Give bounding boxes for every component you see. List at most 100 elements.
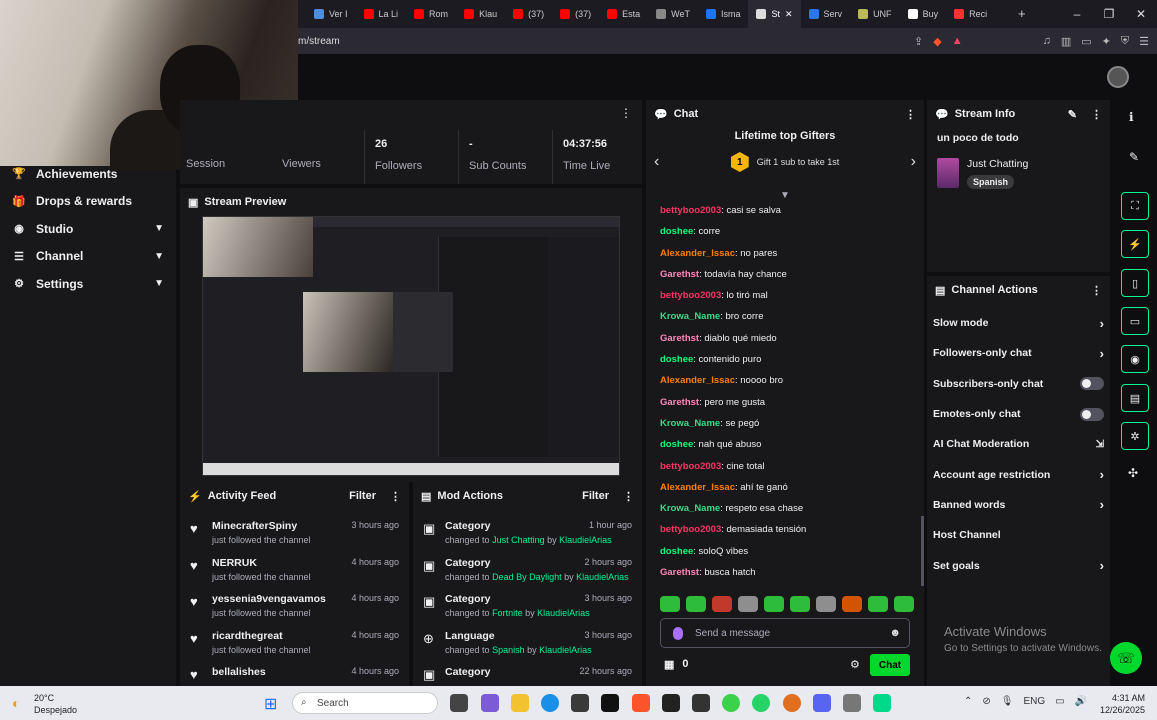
mod-action-value[interactable]: Dead By Daylight — [492, 572, 562, 582]
chat-message[interactable]: Alexander_Issac: noooo bro — [646, 374, 916, 395]
chat-username[interactable]: bettyboo2003 — [660, 205, 721, 216]
activity-item[interactable]: ♥ ricardthegreat just followed the channel… — [180, 624, 409, 661]
browser-tab[interactable]: Ver I — [306, 0, 356, 28]
chevron-right-icon[interactable]: › — [1100, 497, 1104, 512]
edit-icon[interactable]: ✎ — [1129, 150, 1139, 164]
chat-message[interactable]: Krowa_Name: se pegó — [646, 417, 916, 438]
wallet-icon[interactable]: ▭ — [1081, 35, 1091, 48]
whatsapp-icon[interactable] — [752, 694, 770, 712]
channel-points[interactable]: ▦ 0 — [664, 658, 689, 671]
channel-action-ai-chat-moderation[interactable]: AI Chat Moderation ⇲ — [927, 429, 1110, 459]
tray-chevron-icon[interactable]: ⌃ — [964, 696, 972, 707]
chat-message[interactable]: doshee: soloQ vibes — [646, 545, 916, 566]
chat-username[interactable]: Garethst — [660, 397, 699, 408]
brave-icon[interactable] — [632, 694, 650, 712]
layout-icon[interactable]: ▤ — [1121, 384, 1149, 412]
chat-username[interactable]: Krowa_Name — [660, 311, 720, 322]
url-text[interactable]: m/stream — [298, 36, 340, 47]
chat-settings-icon[interactable]: ⚙ — [850, 658, 860, 671]
activity-item[interactable]: ♥ yessenia9vengavamos just followed the ch… — [180, 587, 409, 624]
activity-item[interactable]: ♥ NERRUK just followed the channel 4 hours … — [180, 551, 409, 588]
chat-message[interactable]: Krowa_Name: bro corre — [646, 310, 916, 331]
chevron-right-icon[interactable]: › — [1100, 558, 1104, 573]
browser-tab[interactable]: (37) — [552, 0, 599, 28]
browser-tab[interactable]: (37) — [505, 0, 552, 28]
collapse-icon[interactable]: ▼ — [780, 190, 790, 201]
chat-username[interactable]: doshee — [660, 226, 693, 237]
mod-action-item[interactable]: ▣ Category changed to Fortnite by Klaudiel… — [413, 587, 642, 624]
mod-action-value[interactable]: Just Chatting — [492, 535, 545, 545]
new-tab-icon[interactable]: + — [1018, 6, 1026, 21]
mod-action-value[interactable]: Fortnite — [492, 608, 523, 618]
browser-tab[interactable]: Rom — [406, 0, 456, 28]
mod-action-item[interactable]: ▣ Category changed to Just Chatting by Kla… — [413, 514, 642, 551]
emoji-icon[interactable]: ☻ — [889, 627, 901, 639]
channel-action-host-channel[interactable]: Host Channel — [927, 520, 1110, 550]
chevron-right-icon[interactable]: › — [1100, 316, 1104, 331]
wrench-icon[interactable]: ✲ — [1121, 422, 1149, 450]
chat-username[interactable]: Alexander_Issac — [660, 482, 735, 493]
chevron-right-icon[interactable]: › — [1100, 467, 1104, 482]
browser-tab[interactable]: WeT — [648, 0, 698, 28]
browser-tab[interactable]: Reci — [946, 0, 995, 28]
chat-username[interactable]: doshee — [660, 354, 693, 365]
chevron-down-icon[interactable]: ▼ — [154, 251, 164, 262]
toggle-switch[interactable] — [1080, 407, 1104, 421]
stream-preview-video[interactable] — [202, 216, 620, 476]
browser-tab[interactable]: Klau — [456, 0, 505, 28]
sidebar-item-studio[interactable]: ◉ Studio ▼ — [0, 215, 176, 243]
edit-pencil-icon[interactable]: ✎ — [1068, 108, 1077, 121]
clip-icon[interactable]: ⛶ — [1121, 192, 1149, 220]
extension-icon[interactable]: ✦ — [1102, 35, 1111, 48]
chat-message[interactable]: doshee: contenido puro — [646, 353, 916, 374]
channel-actions-menu-icon[interactable]: ⋮ — [1091, 284, 1102, 297]
emote-icon[interactable] — [764, 596, 784, 612]
bolt-icon[interactable]: ⚡ — [1121, 230, 1149, 258]
channel-action-slow-mode[interactable]: Slow mode › — [927, 308, 1110, 338]
emote-icon[interactable] — [660, 596, 680, 612]
tiktok-icon[interactable] — [601, 694, 619, 712]
rewards-icon[interactable]: ▲ — [952, 35, 963, 48]
chat-menu-icon[interactable]: ⋮ — [905, 108, 916, 121]
file-explorer-icon[interactable] — [511, 694, 529, 712]
copilot-icon[interactable] — [481, 694, 499, 712]
maximize-icon[interactable]: ❐ — [1093, 0, 1125, 28]
info-icon[interactable]: ℹ — [1129, 110, 1134, 124]
mod-action-user[interactable]: KlaudielArias — [537, 608, 590, 618]
chat-username[interactable]: Garethst — [660, 567, 699, 578]
stats-menu-icon[interactable]: ⋮ — [620, 106, 632, 120]
chat-message[interactable]: Garethst: todavía hay chance — [646, 268, 916, 289]
emote-icon[interactable] — [686, 596, 706, 612]
sidebar-item-channel[interactable]: ☰ Channel ▼ — [0, 243, 176, 271]
mod-action-user[interactable]: KlaudielArias — [539, 645, 592, 655]
chat-username[interactable]: bettyboo2003 — [660, 290, 721, 301]
channel-action-followers-only-chat[interactable]: Followers-only chat › — [927, 338, 1110, 368]
chat-message[interactable]: Garethst: busca hatch — [646, 566, 916, 587]
broadcast-icon[interactable]: ◉ — [1121, 345, 1149, 373]
browser-tab[interactable]: Buy — [900, 0, 947, 28]
clock[interactable]: 4:31 AM 12/26/2025 — [1100, 692, 1145, 716]
app-icon[interactable] — [692, 694, 710, 712]
chat-message[interactable]: doshee: corre — [646, 225, 916, 246]
chat-message[interactable]: bettyboo2003: cine total — [646, 460, 916, 481]
minimize-icon[interactable]: – — [1061, 0, 1093, 28]
share-icon[interactable]: ⇪ — [914, 35, 923, 48]
chevron-down-icon[interactable]: ▼ — [154, 223, 164, 234]
chat-message[interactable]: bettyboo2003: casi se salva — [646, 204, 916, 225]
channel-action-banned-words[interactable]: Banned words › — [927, 490, 1110, 520]
chat-message[interactable]: Alexander_Issac: no pares — [646, 247, 916, 268]
browser-tab[interactable]: La Li — [356, 0, 407, 28]
weather-widget[interactable]: 20°C Despejado — [34, 692, 77, 716]
edge-icon[interactable] — [541, 694, 559, 712]
activity-menu-icon[interactable]: ⋮ — [390, 490, 401, 503]
chevron-down-icon[interactable]: ▼ — [154, 278, 164, 289]
chevron-left-icon[interactable]: ‹ — [654, 153, 659, 171]
mod-filter-button[interactable]: Filter — [582, 490, 609, 502]
emote-icon[interactable] — [816, 596, 836, 612]
capcut-icon[interactable] — [662, 694, 680, 712]
input-language[interactable]: ENG — [1023, 696, 1045, 707]
browser-tab[interactable]: Esta — [599, 0, 648, 28]
chat-scrollbar[interactable] — [921, 516, 924, 586]
mod-action-user[interactable]: KlaudielArias — [559, 535, 612, 545]
chevron-right-icon[interactable]: › — [1100, 346, 1104, 361]
